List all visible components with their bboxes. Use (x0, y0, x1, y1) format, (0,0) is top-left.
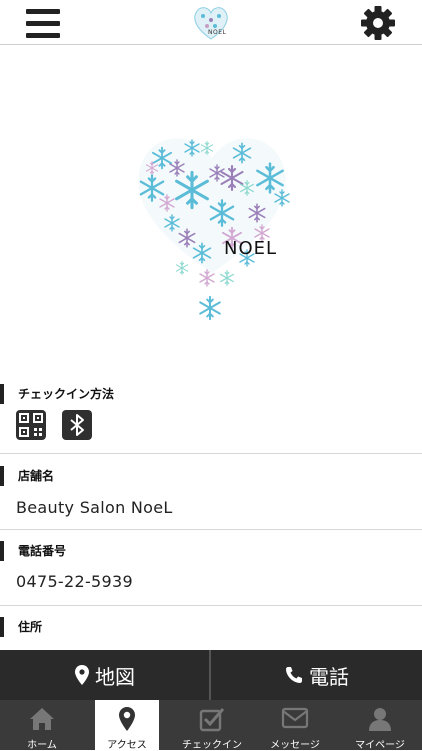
tab-message[interactable]: メッセージ (253, 700, 337, 751)
hamburger-menu-icon[interactable] (26, 9, 60, 38)
phone-value[interactable]: 0475-22-5939 (16, 572, 133, 591)
shop-name-section: 店舗名 Beauty Salon NoeL (0, 454, 422, 530)
logo-heart-icon (194, 7, 228, 40)
user-icon (369, 708, 391, 731)
tab-mypage-label: マイページ (355, 740, 405, 751)
checkin-label: チェックイン方法 (0, 384, 114, 404)
address-label: 住所 (0, 617, 42, 637)
phone-label: 電話番号 (0, 541, 66, 561)
tab-mypage[interactable]: マイページ (338, 700, 422, 751)
qr-code-icon (16, 410, 46, 440)
call-button-label: 電話 (309, 664, 349, 689)
shop-name-label: 店舗名 (0, 466, 54, 486)
address-section: 住所 (0, 606, 422, 650)
tab-home-label: ホーム (27, 740, 57, 751)
tab-message-label: メッセージ (270, 740, 320, 751)
call-button[interactable]: 電話 (212, 650, 422, 700)
map-button-label: 地図 (95, 664, 135, 689)
action-bar: 地図 電話 (0, 650, 422, 700)
hero-area: NOEL (0, 46, 422, 376)
map-pin-icon (75, 665, 89, 685)
shop-name-value: Beauty Salon NoeL (16, 498, 173, 517)
tab-checkin[interactable]: チェックイン (170, 700, 254, 751)
phone-section: 電話番号 0475-22-5939 (0, 530, 422, 606)
tab-access[interactable]: アクセス (95, 700, 159, 751)
bluetooth-icon (62, 410, 92, 440)
tab-checkin-label: チェックイン (182, 740, 242, 751)
checkbox-icon (199, 708, 225, 732)
home-icon (30, 708, 54, 730)
bottom-tab-bar: ホーム アクセス チェックイン メッセージ マイページ (0, 700, 422, 751)
brand-name: NOEL (224, 238, 278, 259)
app-header: NOEL (0, 0, 422, 45)
phone-icon (286, 667, 302, 683)
envelope-icon (281, 707, 309, 729)
checkin-section: チェックイン方法 (0, 378, 422, 454)
tab-access-label: アクセス (107, 740, 147, 751)
snowflake-heart-logo (138, 138, 290, 321)
gear-icon[interactable] (360, 5, 396, 41)
logo-small-text: NOEL (208, 29, 227, 36)
tab-home[interactable]: ホーム (0, 700, 84, 751)
map-button[interactable]: 地図 (0, 650, 210, 700)
map-pin-icon (119, 707, 135, 731)
action-divider (209, 650, 211, 700)
